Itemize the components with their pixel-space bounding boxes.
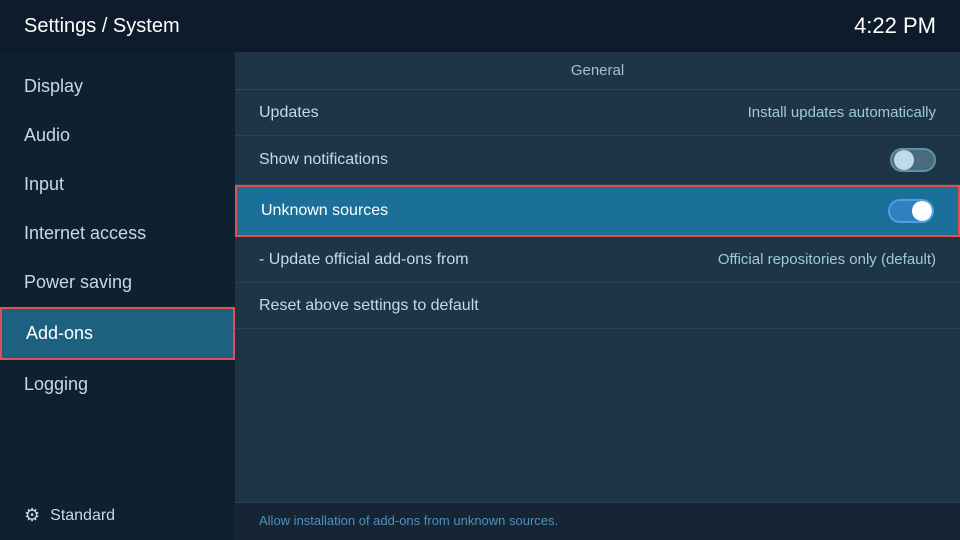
reset-label: Reset above settings to default — [259, 297, 479, 315]
sidebar-item-add-ons[interactable]: Add-ons — [0, 307, 235, 360]
sidebar-item-display[interactable]: Display — [0, 62, 235, 111]
settings-list: Updates Install updates automatically Sh… — [235, 90, 960, 502]
setting-row-reset[interactable]: Reset above settings to default — [235, 283, 960, 329]
update-official-label: - Update official add-ons from — [259, 251, 469, 269]
section-header-general: General — [235, 52, 960, 90]
updates-value: Install updates automatically — [748, 104, 936, 121]
sidebar-item-logging[interactable]: Logging — [0, 360, 235, 409]
status-bar: Allow installation of add-ons from unkno… — [235, 502, 960, 540]
page-title: Settings / System — [24, 15, 180, 38]
sidebar-item-power-saving[interactable]: Power saving — [0, 258, 235, 307]
unknown-sources-toggle[interactable] — [888, 199, 934, 223]
setting-row-update-official[interactable]: - Update official add-ons from Official … — [235, 237, 960, 283]
sidebar-item-internet-access[interactable]: Internet access — [0, 209, 235, 258]
clock: 4:22 PM — [854, 13, 936, 39]
main-content: General Updates Install updates automati… — [235, 52, 960, 540]
show-notifications-toggle[interactable] — [890, 148, 936, 172]
gear-icon: ⚙ — [24, 505, 40, 526]
updates-label: Updates — [259, 104, 319, 122]
setting-row-show-notifications[interactable]: Show notifications — [235, 136, 960, 185]
update-official-value: Official repositories only (default) — [718, 251, 936, 268]
unknown-sources-label: Unknown sources — [261, 202, 388, 220]
show-notifications-label: Show notifications — [259, 151, 388, 169]
sidebar-item-input[interactable]: Input — [0, 160, 235, 209]
setting-row-updates[interactable]: Updates Install updates automatically — [235, 90, 960, 136]
profile-label: Standard — [50, 507, 115, 525]
sidebar-item-audio[interactable]: Audio — [0, 111, 235, 160]
show-notifications-toggle-knob — [894, 150, 914, 170]
sidebar: Display Audio Input Internet access Powe… — [0, 52, 235, 540]
setting-row-unknown-sources[interactable]: Unknown sources — [235, 185, 960, 237]
main-layout: Display Audio Input Internet access Powe… — [0, 52, 960, 540]
status-text: Allow installation of add-ons from unkno… — [259, 513, 558, 528]
sidebar-bottom-standard: ⚙ Standard — [0, 491, 235, 540]
unknown-sources-toggle-knob — [912, 201, 932, 221]
header: Settings / System 4:22 PM — [0, 0, 960, 52]
